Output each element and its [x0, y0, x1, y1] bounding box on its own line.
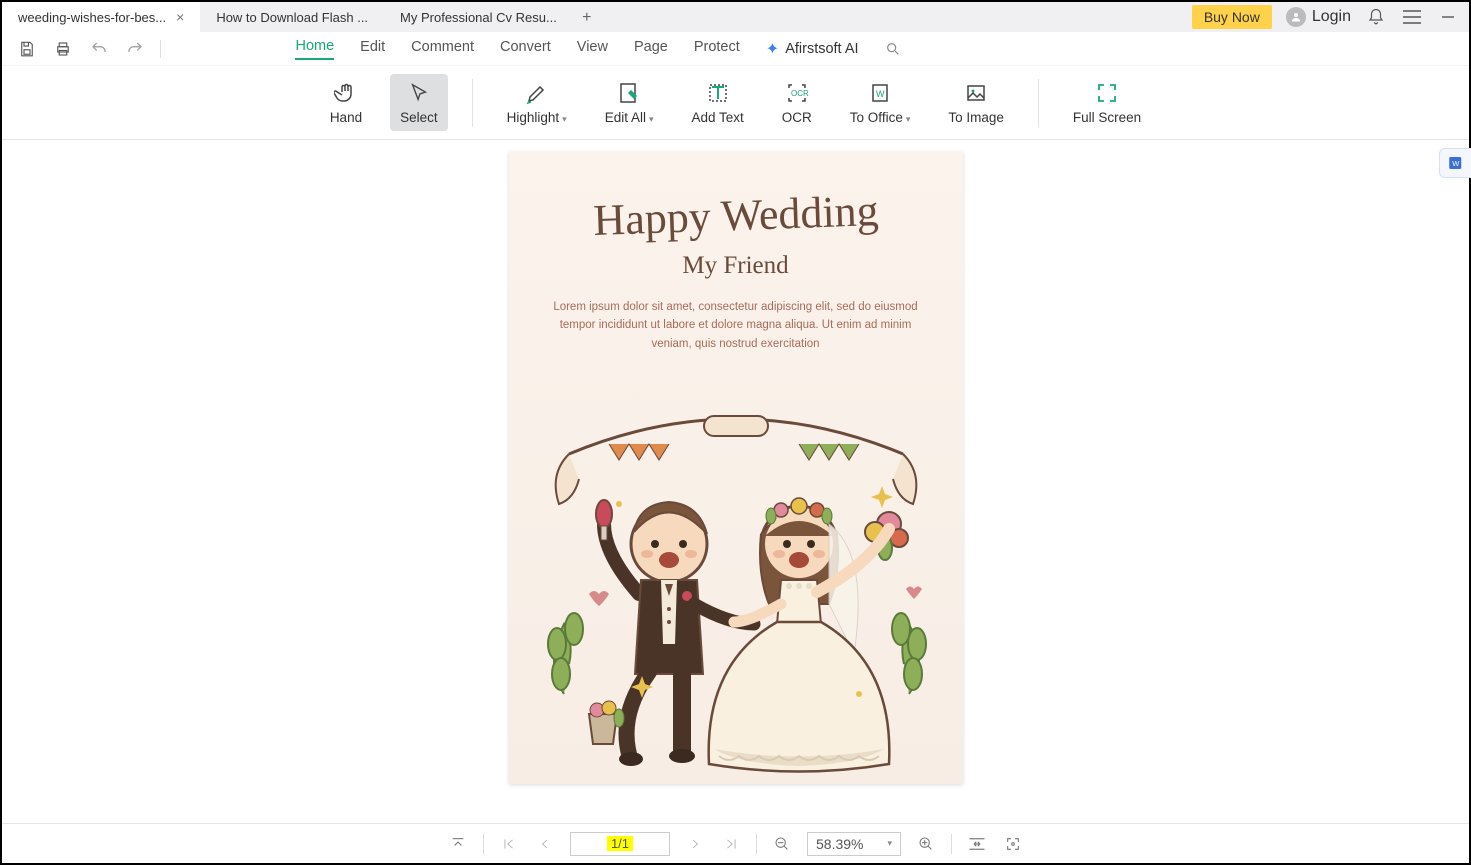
highlighter-icon	[525, 80, 549, 106]
buy-now-button[interactable]: Buy Now	[1192, 5, 1272, 29]
search-icon[interactable]	[885, 41, 901, 57]
hand-tool[interactable]: Hand	[320, 74, 372, 131]
last-page-icon[interactable]	[720, 833, 742, 855]
menu-convert[interactable]: Convert	[500, 39, 551, 59]
tool-label: To Image	[948, 110, 1004, 125]
first-page-icon[interactable]	[498, 833, 520, 855]
close-icon[interactable]: ×	[176, 9, 184, 25]
fullscreen-icon	[1095, 80, 1119, 106]
login-button[interactable]: Login	[1286, 7, 1351, 27]
to-office-tool[interactable]: W To Office▾	[840, 74, 921, 131]
zoom-value: 58.39%	[816, 836, 863, 852]
card-body-text: Lorem ipsum dolor sit amet, consectetur …	[553, 298, 919, 353]
prev-page-icon[interactable]	[534, 833, 556, 855]
tab-label: weeding-wishes-for-bes...	[18, 10, 166, 25]
tool-label: Select	[400, 110, 438, 125]
ai-label: Afirstsoft AI	[785, 41, 858, 57]
svg-text:W: W	[1452, 159, 1460, 168]
select-tool[interactable]: Select	[390, 74, 448, 131]
bell-icon[interactable]	[1365, 6, 1387, 28]
hamburger-icon[interactable]	[1401, 6, 1423, 28]
ocr-tool[interactable]: OCR OCR	[772, 74, 822, 131]
tab-strip: weeding-wishes-for-bes... × How to Downl…	[2, 2, 601, 32]
tab-label: My Professional Cv Resu...	[400, 10, 557, 25]
hand-icon	[334, 80, 358, 106]
undo-icon[interactable]	[88, 38, 110, 60]
separator	[472, 79, 473, 127]
main-toolbar: Hand Select Highlight▾ Edit All▾ Add Tex…	[2, 66, 1469, 140]
side-panel-toggle[interactable]: W	[1439, 148, 1471, 178]
redo-icon[interactable]	[124, 38, 146, 60]
document-page: Happy Wedding My Friend Lorem ipsum dolo…	[509, 152, 963, 784]
user-icon	[1286, 7, 1306, 27]
menu-view[interactable]: View	[577, 39, 608, 59]
card-illustration	[509, 394, 963, 784]
tool-label: To Office▾	[850, 110, 911, 125]
separator	[483, 834, 484, 854]
cursor-icon	[408, 80, 430, 106]
status-bar: 1/1 58.39% ▾	[2, 823, 1469, 863]
fit-page-icon[interactable]	[1002, 833, 1024, 855]
zoom-out-icon[interactable]	[771, 833, 793, 855]
card-subtitle: My Friend	[509, 252, 963, 280]
highlight-tool[interactable]: Highlight▾	[497, 74, 577, 131]
ocr-icon: OCR	[785, 80, 809, 106]
chevron-down-icon: ▾	[887, 838, 892, 849]
scroll-top-icon[interactable]	[447, 833, 469, 855]
title-bar: weeding-wishes-for-bes... × How to Downl…	[2, 2, 1469, 32]
edit-all-tool[interactable]: Edit All▾	[595, 74, 664, 131]
tool-label: OCR	[782, 110, 812, 125]
menu-bar: Home Edit Comment Convert View Page Prot…	[175, 39, 1021, 59]
menu-home[interactable]: Home	[295, 38, 334, 60]
new-tab-button[interactable]: +	[573, 4, 601, 32]
zoom-in-icon[interactable]	[915, 833, 937, 855]
zoom-select[interactable]: 58.39% ▾	[807, 832, 901, 856]
menu-page[interactable]: Page	[634, 39, 668, 59]
separator	[951, 834, 952, 854]
tool-label: Add Text	[692, 110, 744, 125]
text-icon	[706, 80, 730, 106]
minimize-icon[interactable]	[1437, 6, 1459, 28]
menu-comment[interactable]: Comment	[411, 39, 474, 59]
svg-text:OCR: OCR	[791, 89, 809, 98]
page-number-input[interactable]: 1/1	[570, 832, 670, 856]
chevron-down-icon: ▾	[649, 114, 654, 124]
tab-2[interactable]: How to Download Flash ...	[200, 2, 384, 32]
card-title: Happy Wedding	[509, 186, 963, 246]
quick-access-bar: Home Edit Comment Convert View Page Prot…	[2, 32, 1469, 66]
document-viewport[interactable]: Happy Wedding My Friend Lorem ipsum dolo…	[2, 140, 1469, 823]
menu-ai[interactable]: ✦ Afirstsoft AI	[766, 39, 859, 59]
next-page-icon[interactable]	[684, 833, 706, 855]
full-screen-tool[interactable]: Full Screen	[1063, 74, 1151, 131]
image-icon	[964, 80, 988, 106]
separator	[756, 834, 757, 854]
tool-label: Highlight▾	[507, 110, 567, 125]
login-label: Login	[1312, 8, 1351, 26]
chevron-down-icon: ▾	[906, 114, 911, 124]
menu-edit[interactable]: Edit	[360, 39, 385, 59]
menu-protect[interactable]: Protect	[694, 39, 740, 59]
window-controls: Buy Now Login	[1192, 5, 1469, 29]
edit-icon	[617, 80, 641, 106]
tab-label: How to Download Flash ...	[216, 10, 368, 25]
office-icon: W	[868, 80, 892, 106]
svg-text:W: W	[876, 89, 885, 99]
tab-1[interactable]: weeding-wishes-for-bes... ×	[2, 2, 200, 32]
separator	[160, 40, 161, 58]
tab-3[interactable]: My Professional Cv Resu...	[384, 2, 573, 32]
to-image-tool[interactable]: To Image	[938, 74, 1014, 131]
sparkle-icon: ✦	[766, 39, 779, 59]
tool-label: Hand	[330, 110, 362, 125]
add-text-tool[interactable]: Add Text	[682, 74, 754, 131]
chevron-down-icon: ▾	[562, 114, 567, 124]
page-number-value: 1/1	[607, 836, 633, 851]
tool-label: Full Screen	[1073, 110, 1141, 125]
tool-label: Edit All▾	[605, 110, 654, 125]
fit-width-icon[interactable]	[966, 833, 988, 855]
separator	[1038, 79, 1039, 127]
save-icon[interactable]	[16, 38, 38, 60]
print-icon[interactable]	[52, 38, 74, 60]
